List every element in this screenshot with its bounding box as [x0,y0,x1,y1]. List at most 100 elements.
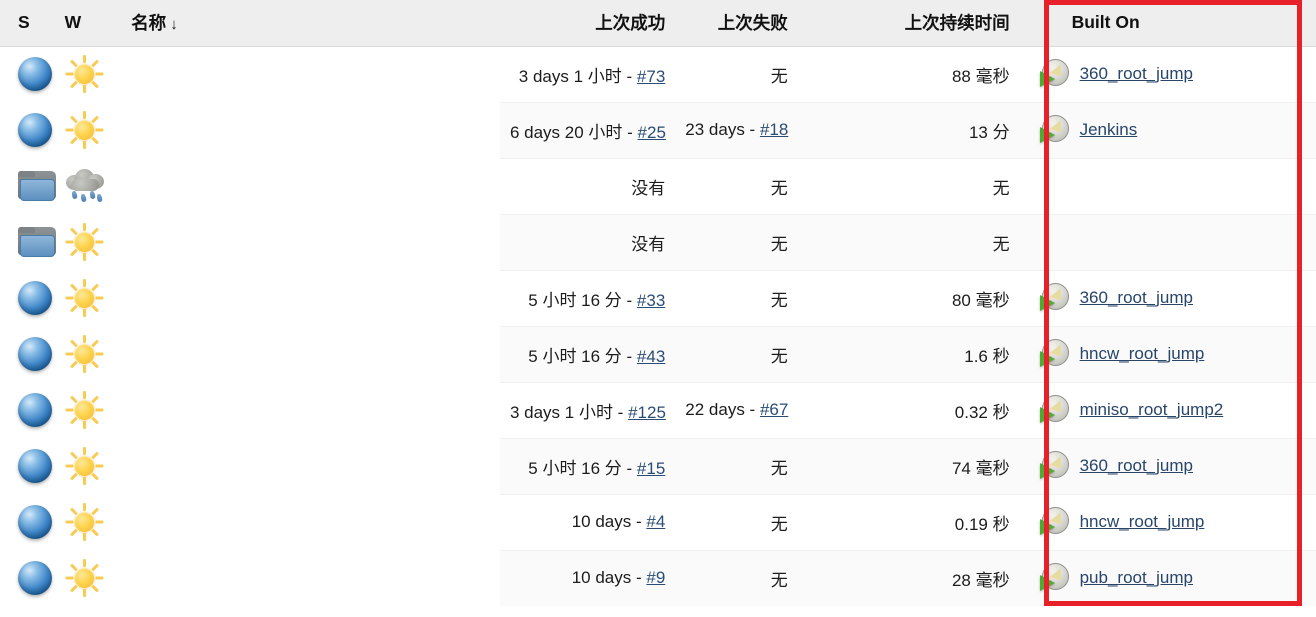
last-failure-text: 无 [770,290,788,310]
cell-name[interactable] [121,102,500,158]
cell-built-on: 360_root_jump [1022,46,1316,102]
cell-last-failure: 22 days - #67 [675,381,840,438]
computer-node-icon [1039,59,1070,89]
cell-built-on [1021,157,1316,214]
cell-weather[interactable] [61,46,122,102]
table-row[interactable]: 没有 无 无 [0,213,1316,270]
column-header-last-failure[interactable]: 上次失败 [675,0,840,47]
table-row[interactable]: 3 days 1 小时 - #73 无 88 毫秒 360_root_jump [0,46,1316,102]
column-header-built-on[interactable]: Built On [1021,0,1316,47]
table-row[interactable]: 3 days 1 小时 - #125 22 days - #67 0.32 秒 min… [0,381,1316,438]
cell-status[interactable] [0,102,61,158]
cell-name[interactable] [121,494,500,550]
built-on-node-link[interactable]: 360_root_jump [1080,288,1193,308]
cell-weather[interactable] [61,158,122,214]
cell-status[interactable] [0,550,61,606]
sort-descending-arrow-icon: ↓ [170,16,178,34]
cell-last-success: 3 days 1 小时 - #73 [500,46,675,102]
cell-name[interactable] [121,326,500,382]
cell-last-failure: 无 [675,437,840,494]
cell-weather[interactable] [61,102,122,158]
table-row[interactable]: 5 小时 16 分 - #33 无 80 毫秒 360_root_jump [0,269,1316,326]
table-row[interactable]: 10 days - #9 无 28 毫秒 pub_root_jump [0,549,1316,606]
built-on-node-link[interactable]: 360_root_jump [1080,456,1193,476]
cell-status[interactable] [0,494,61,550]
last-failure-build-link[interactable]: #67 [760,400,788,419]
cell-status[interactable] [0,270,61,326]
cell-weather[interactable] [61,270,122,326]
column-header-status[interactable]: S [0,0,61,47]
cell-name[interactable] [121,214,500,270]
cell-last-success: 5 小时 16 分 - #33 [499,269,676,326]
cell-last-success: 6 days 20 小时 - #25 [499,101,676,158]
last-failure-text: 无 [770,570,788,590]
last-success-build-link[interactable]: #9 [646,568,665,587]
cell-status[interactable] [0,158,61,214]
cell-last-duration: 1.6 秒 [839,325,1022,382]
cell-built-on: Jenkins [1021,101,1316,158]
column-header-last-success[interactable]: 上次成功 [499,0,676,47]
built-on-node-link[interactable]: Jenkins [1080,120,1138,140]
table-row[interactable]: 10 days - #4 无 0.19 秒 hncw_root_jump [0,493,1316,550]
last-success-build-link[interactable]: #15 [637,459,665,478]
sunny-icon [65,335,103,373]
blue-ball-icon [18,57,52,92]
cell-weather[interactable] [61,214,122,270]
column-header-last-duration[interactable]: 上次持续时间 [839,0,1022,47]
cell-status[interactable] [0,382,61,438]
built-on-node-link[interactable]: 360_root_jump [1080,64,1193,84]
cell-weather[interactable] [61,494,122,550]
sunny-icon [65,223,103,261]
built-on-node-link[interactable]: hncw_root_jump [1080,512,1205,532]
table-row[interactable]: 没有 无 无 [0,157,1316,214]
cell-weather[interactable] [61,326,122,382]
last-duration-text: 74 毫秒 [951,458,1010,478]
table-row[interactable]: 5 小时 16 分 - #15 无 74 毫秒 360_root_jump [0,437,1316,494]
table-row[interactable]: 6 days 20 小时 - #25 23 days - #18 13 分 Jenki… [0,101,1316,158]
last-success-build-link[interactable]: #25 [638,123,666,142]
last-failure-text: 无 [770,178,788,198]
last-success-text: 5 小时 16 分 - [528,458,637,478]
cell-weather[interactable] [61,382,122,438]
last-failure-build-link[interactable]: #18 [760,120,788,139]
last-failure-text: 无 [770,346,788,366]
cell-built-on: 360_root_jump [1021,437,1316,494]
built-on-node-link[interactable]: hncw_root_jump [1080,344,1205,364]
cell-name[interactable] [121,550,500,606]
cell-last-duration: 0.19 秒 [839,493,1022,550]
cell-status[interactable] [0,46,61,102]
cell-last-duration: 80 毫秒 [839,269,1022,326]
last-success-build-link[interactable]: #33 [637,291,665,310]
cell-status[interactable] [0,214,61,270]
cell-built-on: miniso_root_jump2 [1021,381,1316,438]
cell-status[interactable] [0,438,61,494]
last-success-build-link[interactable]: #4 [646,512,665,531]
sunny-icon [65,447,103,485]
cell-last-duration: 无 [839,157,1022,214]
cell-name[interactable] [121,382,500,438]
cell-built-on [1021,213,1316,270]
built-on-node-link[interactable]: pub_root_jump [1080,568,1193,588]
last-success-text: 10 days - [571,512,647,531]
table-row[interactable]: 5 小时 16 分 - #43 无 1.6 秒 hncw_root_jump [0,325,1316,382]
cell-name[interactable] [121,438,500,494]
computer-node-icon [1039,339,1070,369]
column-header-name[interactable]: 名称 ↓ [121,0,500,47]
cell-status[interactable] [0,326,61,382]
last-failure-text: 无 [770,66,788,86]
last-success-build-link[interactable]: #125 [628,403,666,422]
computer-node-icon [1039,507,1070,537]
cell-last-success: 10 days - #9 [499,549,676,606]
last-success-build-link[interactable]: #43 [637,347,665,366]
cell-name[interactable] [121,270,500,326]
last-success-build-link[interactable]: #73 [637,67,665,86]
built-on-node-link[interactable]: miniso_root_jump2 [1080,400,1224,420]
blue-ball-icon [18,561,52,595]
column-header-weather[interactable]: W [60,0,122,47]
sunny-icon [65,559,103,597]
cell-weather[interactable] [61,438,122,494]
cell-name[interactable] [121,158,500,214]
cell-name[interactable] [121,46,500,102]
cell-weather[interactable] [61,550,122,606]
last-duration-text: 28 毫秒 [951,570,1010,590]
